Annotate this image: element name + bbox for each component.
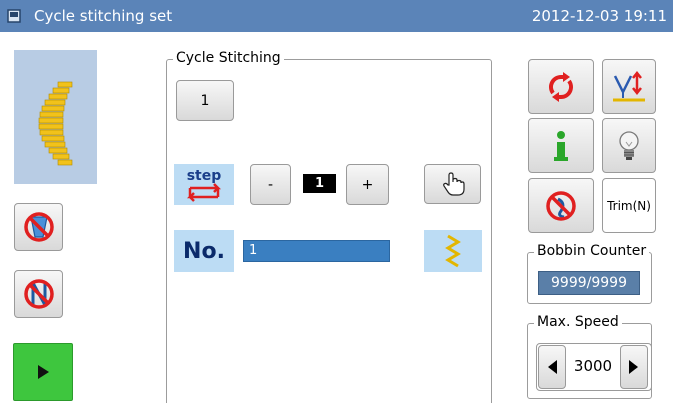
no-wiper-button[interactable] [528,178,594,233]
trim-button[interactable]: Trim(N) [602,178,656,233]
svg-text:step: step [187,168,222,184]
hand-pointer-icon [442,172,465,196]
no-label: No. [183,238,225,264]
arrow-right-icon [629,360,638,374]
no-needle-icon [23,279,54,309]
light-bulb-icon [619,130,639,160]
cycle-arrows-icon [549,71,573,102]
cycle-stitching-legend: Cycle Stitching [173,50,284,66]
step-tile: step [174,164,234,205]
cycle-button[interactable] [528,59,594,114]
light-button[interactable] [602,118,656,173]
max-speed-legend: Max. Speed [534,314,622,330]
arrow-left-icon [548,360,557,374]
step-value: 1 [303,174,336,193]
speed-value: 3000 [573,357,613,375]
info-button[interactable] [528,118,594,173]
zigzag-icon [445,234,461,268]
cycle-stitching-screen: Cycle stitching set 2012-12-03 19:11 Cyc… [0,0,673,403]
speed-decrease-button[interactable] [538,345,566,389]
bobbin-counter-legend: Bobbin Counter [534,243,650,259]
step-icon: step [187,168,222,202]
play-button[interactable] [13,343,73,401]
no-thread-wiper-icon [546,190,576,221]
no-bobbin-icon [23,212,54,242]
zigzag-tile [424,230,482,272]
step-minus-button[interactable]: - [250,164,291,205]
no-needle-button[interactable] [14,270,63,318]
play-icon [38,365,49,379]
window-title: Cycle stitching set [34,7,173,25]
pattern-preview-icon [38,81,73,166]
needle-position-button[interactable] [602,59,656,114]
select-pattern-button[interactable] [424,164,481,204]
pattern-preview [14,50,97,184]
needle-position-icon [613,70,645,101]
bobbin-counter-value[interactable]: 9999/9999 [538,271,640,295]
app-icon [7,9,21,23]
info-icon [554,130,568,161]
no-tile: No. [174,230,234,272]
step-plus-button[interactable]: + [346,164,389,205]
pattern-number-button[interactable]: 1 [176,80,234,121]
no-bobbin-button[interactable] [14,203,63,251]
title-bar: Cycle stitching set 2012-12-03 19:11 [0,0,673,32]
speed-increase-button[interactable] [620,345,648,389]
datetime: 2012-12-03 19:11 [531,7,667,25]
no-field[interactable]: 1 [243,240,390,262]
